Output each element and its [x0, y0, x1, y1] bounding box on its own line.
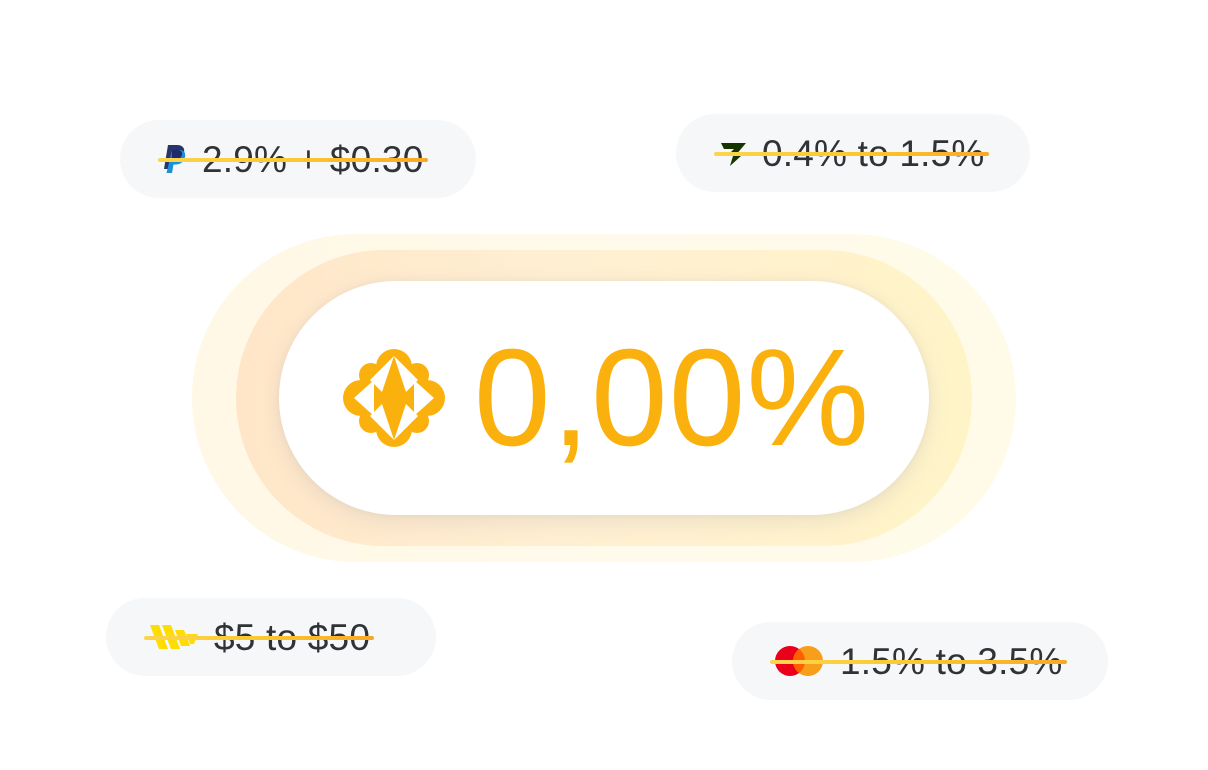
zero-fee-rate: 0,00% [473, 321, 871, 475]
fee-comparison-graphic: 2.9% + $0.30 0.4% to 1.5% 0,00% $5 to $5… [0, 0, 1208, 770]
diamond-flower-logo-icon [340, 346, 448, 450]
mastercard-strikethrough [770, 660, 1067, 664]
paypal-strikethrough [158, 158, 428, 162]
wise-strikethrough [714, 152, 989, 156]
paypal-fee-pill: 2.9% + $0.30 [120, 120, 476, 198]
western-union-fee-pill: $5 to $50 [106, 598, 436, 676]
mastercard-fee-pill: 1.5% to 3.5% [732, 622, 1108, 700]
western-union-strikethrough [144, 636, 375, 640]
wise-fee-pill: 0.4% to 1.5% [676, 114, 1030, 192]
zero-fee-badge: 0,00% [279, 281, 929, 515]
